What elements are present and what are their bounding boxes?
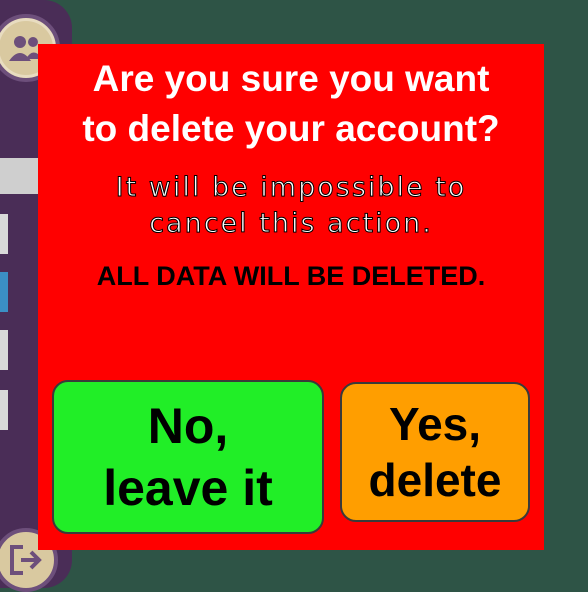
cancel-button[interactable]: No, leave it: [52, 380, 324, 534]
confirm-button-line1: Yes,: [388, 398, 482, 450]
sidebar-item[interactable]: [0, 158, 40, 194]
confirm-button-line2: delete: [368, 454, 502, 506]
sidebar-item[interactable]: [0, 272, 8, 312]
dialog-title: Are you sure you want to delete your acc…: [38, 54, 544, 154]
dialog-subtitle-line1: It will be impossible to: [115, 172, 467, 204]
dialog-subtitle: It will be impossible to cancel this act…: [38, 170, 544, 242]
sidebar-item[interactable]: [0, 390, 8, 430]
sidebar-item[interactable]: [0, 330, 8, 370]
dialog-title-line2: to delete your account?: [82, 108, 500, 149]
delete-account-dialog: Are you sure you want to delete your acc…: [38, 44, 544, 550]
confirm-delete-button[interactable]: Yes, delete: [340, 382, 530, 522]
cancel-button-line2: leave it: [103, 460, 273, 516]
dialog-title-line1: Are you sure you want: [92, 58, 490, 99]
cancel-button-line1: No,: [147, 398, 229, 454]
dialog-subtitle-line2: cancel this action.: [149, 208, 433, 240]
sidebar-item[interactable]: [0, 214, 8, 254]
dialog-warning: ALL DATA WILL BE DELETED.: [96, 261, 486, 291]
